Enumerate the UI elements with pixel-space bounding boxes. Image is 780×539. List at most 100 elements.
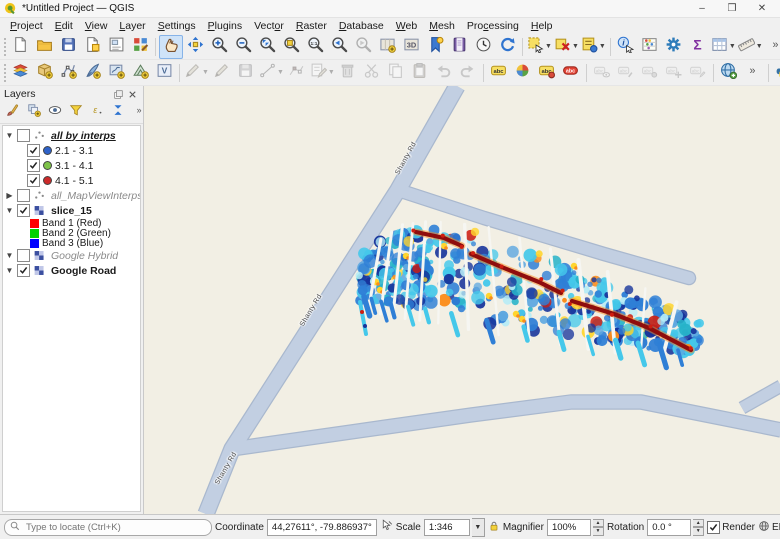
zoom-out-button[interactable] xyxy=(231,35,255,59)
dropdown-arrow-icon[interactable]: ▼ xyxy=(328,69,335,76)
dropdown-arrow-icon[interactable]: ▼ xyxy=(277,69,284,76)
locate-input[interactable] xyxy=(24,521,206,534)
layer-visibility-checkbox[interactable] xyxy=(17,264,30,277)
symbol-class-row[interactable]: 3.1 - 4.1 xyxy=(3,158,140,173)
save-project-button[interactable] xyxy=(56,35,80,59)
float-panel-icon[interactable] xyxy=(111,88,125,101)
expand-collapse-tree-button[interactable] xyxy=(107,102,128,123)
layer-visibility-checkbox[interactable] xyxy=(17,204,30,217)
filter-by-expression-button[interactable]: ε xyxy=(86,102,107,123)
field-calculator-button[interactable] xyxy=(638,35,662,59)
locate-box[interactable] xyxy=(4,519,212,536)
layer-labeling-options-button[interactable]: abc xyxy=(487,61,511,85)
class-visibility-checkbox[interactable] xyxy=(27,144,40,157)
zoom-to-selection-button[interactable] xyxy=(279,35,303,59)
coordinate-value[interactable]: 44,27611°, -79.886937° xyxy=(267,519,377,536)
layer-label[interactable]: all by interps xyxy=(51,130,116,142)
menu-plugins[interactable]: Plugins xyxy=(202,19,248,33)
manage-map-themes-button[interactable] xyxy=(44,102,65,123)
filter-legend-button[interactable] xyxy=(65,102,86,123)
dropdown-arrow-icon[interactable]: ▼ xyxy=(202,69,209,76)
new-spatial-bookmark-button[interactable] xyxy=(423,35,447,59)
layer-label[interactable]: slice_15 xyxy=(51,205,92,217)
expander-icon[interactable]: ▼ xyxy=(5,131,14,140)
data-source-manager-button[interactable] xyxy=(8,61,32,85)
scale-dropdown-button[interactable]: ▼ xyxy=(472,518,485,537)
menu-raster[interactable]: Raster xyxy=(290,19,333,33)
new-mesh-layer-button[interactable] xyxy=(128,61,152,85)
expander-icon[interactable]: ▼ xyxy=(5,206,14,215)
zoom-last-button[interactable] xyxy=(327,35,351,59)
menu-database[interactable]: Database xyxy=(333,19,390,33)
class-visibility-checkbox[interactable] xyxy=(27,174,40,187)
refresh-map-button[interactable] xyxy=(495,35,519,59)
menu-edit[interactable]: Edit xyxy=(49,19,79,33)
processing-toolbox-button[interactable] xyxy=(662,35,686,59)
menu-settings[interactable]: Settings xyxy=(152,19,202,33)
magnifier-value[interactable]: 100% xyxy=(547,519,591,536)
show-layout-manager-button[interactable] xyxy=(104,35,128,59)
temporal-controller-button[interactable] xyxy=(471,35,495,59)
layer-visibility-checkbox[interactable] xyxy=(17,129,30,142)
new-geopackage-layer-button[interactable] xyxy=(32,61,56,85)
render-checkbox[interactable] xyxy=(707,521,720,534)
expander-icon[interactable]: ▼ xyxy=(5,266,14,275)
metasearch-button[interactable] xyxy=(717,61,741,85)
open-layer-styling-button[interactable] xyxy=(2,102,23,123)
crs-status-button[interactable]: EPSG:4326 xyxy=(758,520,780,535)
menu-vector[interactable]: Vector xyxy=(248,19,290,33)
expander-icon[interactable]: ▼ xyxy=(5,251,14,260)
scale-value[interactable]: 1:346 xyxy=(424,519,470,536)
dropdown-arrow-icon[interactable]: ▼ xyxy=(756,43,763,50)
pan-to-selection-button[interactable] xyxy=(183,35,207,59)
layer-label[interactable]: Google Hybrid xyxy=(51,250,118,262)
layer-visibility-checkbox[interactable] xyxy=(17,249,30,262)
select-features-button[interactable]: ▼ xyxy=(526,35,553,59)
symbol-class-row[interactable]: 4.1 - 5.1 xyxy=(3,173,140,188)
menu-mesh[interactable]: Mesh xyxy=(423,19,461,33)
symbol-class-row[interactable]: 2.1 - 3.1 xyxy=(3,143,140,158)
open-attribute-table-button[interactable]: ▼ xyxy=(710,35,737,59)
layer-row[interactable]: ▼ all by interps xyxy=(3,128,140,143)
menu-project[interactable]: Project xyxy=(4,19,49,33)
show-spatial-bookmarks-button[interactable] xyxy=(447,35,471,59)
open-project-button[interactable] xyxy=(32,35,56,59)
python-console-button[interactable] xyxy=(772,61,780,85)
extents-pointer-icon[interactable] xyxy=(380,519,393,535)
close-button[interactable]: ✕ xyxy=(748,1,776,16)
pin-labels-options-button[interactable]: abc xyxy=(535,61,559,85)
new-temporary-scratch-layer-button[interactable] xyxy=(104,61,128,85)
menu-processing[interactable]: Processing xyxy=(461,19,525,33)
layer-row[interactable]: ▼ Google Road xyxy=(3,263,140,278)
pan-map-button[interactable] xyxy=(159,35,183,59)
close-panel-icon[interactable] xyxy=(125,88,139,101)
layer-row[interactable]: ▼ slice_15 xyxy=(3,203,140,218)
class-visibility-checkbox[interactable] xyxy=(27,159,40,172)
add-group-button[interactable] xyxy=(23,102,44,123)
statistical-summary-button[interactable]: Σ xyxy=(686,35,710,59)
style-manager-button[interactable] xyxy=(128,35,152,59)
layer-label[interactable]: Google Road xyxy=(51,265,116,277)
layer-label[interactable]: all_MapViewInterps xyxy=(51,190,140,202)
dropdown-arrow-icon[interactable]: ▼ xyxy=(545,43,552,50)
dropdown-arrow-icon[interactable]: ▼ xyxy=(729,43,736,50)
new-virtual-layer-button[interactable]: V xyxy=(152,61,176,85)
maximize-button[interactable]: ❒ xyxy=(718,1,746,16)
toolbar-overflow-button[interactable]: » xyxy=(764,35,780,59)
new-spatialite-layer-button[interactable] xyxy=(80,61,104,85)
expander-icon[interactable]: ▶ xyxy=(5,191,14,200)
menu-view[interactable]: View xyxy=(79,19,114,33)
layer-diagram-options-button[interactable] xyxy=(511,61,535,85)
layer-visibility-checkbox[interactable] xyxy=(17,189,30,202)
zoom-native-button[interactable]: 1:1 xyxy=(303,35,327,59)
new-3d-map-view-button[interactable]: 3D xyxy=(399,35,423,59)
deselect-features-button[interactable]: ▼ xyxy=(553,35,580,59)
identify-features-button[interactable]: i xyxy=(614,35,638,59)
new-map-view-button[interactable] xyxy=(375,35,399,59)
menu-help[interactable]: Help xyxy=(525,19,559,33)
lock-scale-icon[interactable] xyxy=(488,520,500,535)
minimize-button[interactable]: – xyxy=(688,1,716,16)
label-highlight-options-button[interactable]: abc xyxy=(559,61,583,85)
rotation-spinner[interactable]: ▲▼ xyxy=(693,519,704,536)
map-canvas[interactable]: Shanty RdShanty RdShanty Rd xyxy=(144,86,780,514)
